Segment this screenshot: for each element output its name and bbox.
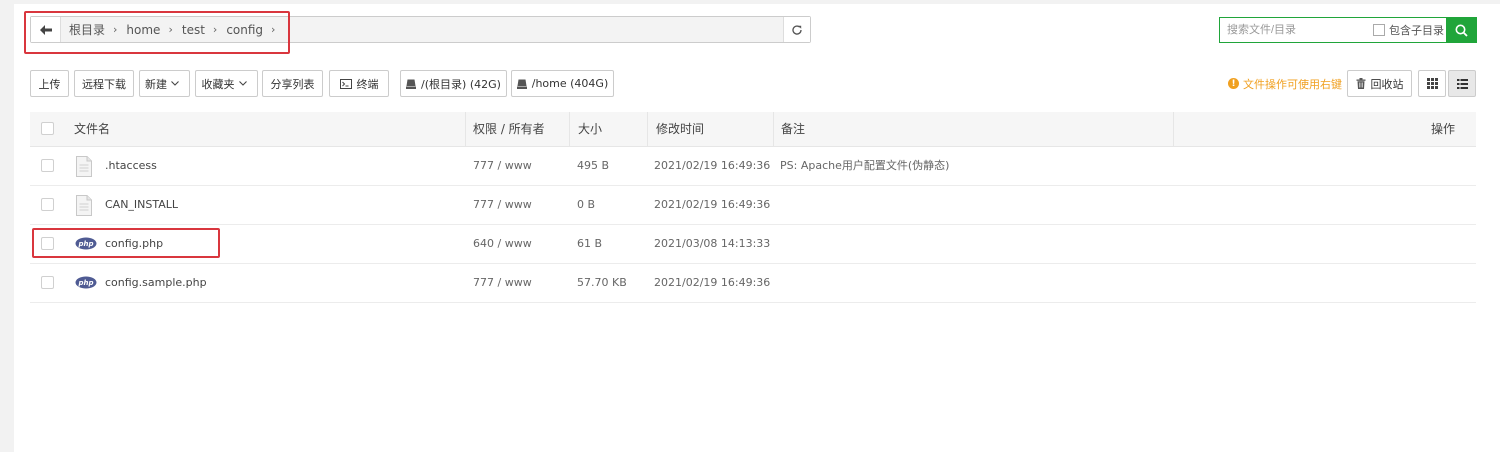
file-icon (76, 195, 92, 216)
disk-home-label: /home (404G) (531, 77, 609, 90)
terminal-icon (339, 78, 352, 89)
terminal-label: 终端 (356, 77, 379, 91)
column-header-size[interactable]: 大小 (578, 112, 602, 146)
upload-label: 上传 (38, 77, 61, 91)
php-icon: php (75, 276, 97, 289)
file-icon (76, 156, 92, 177)
disk-icon (516, 79, 527, 89)
column-divider (773, 112, 774, 146)
disk-root-label: /(根目录) (42G) (421, 77, 501, 91)
file-size: 61 B (577, 237, 603, 250)
search-icon (1455, 24, 1468, 37)
grid-view-icon (1426, 78, 1438, 89)
column-divider (465, 112, 466, 146)
file-size: 495 B (577, 159, 610, 172)
list-view-icon (1456, 78, 1468, 89)
favorites-label: 收藏夹 (201, 77, 235, 91)
breadcrumb-highlight-box (24, 11, 290, 54)
info-icon: ! (1228, 78, 1239, 89)
select-all-checkbox[interactable] (41, 122, 54, 135)
recycle-bin-button[interactable]: 回收站 (1347, 70, 1412, 97)
remote-download-button[interactable]: 远程下载 (74, 70, 134, 97)
disk-root-button[interactable]: /(根目录) (42G) (400, 70, 507, 97)
file-name[interactable]: config.sample.php (105, 264, 207, 302)
file-permission[interactable]: 777 / www (473, 147, 532, 185)
new-label: 新建 (145, 77, 167, 91)
grid-view-button[interactable] (1418, 70, 1446, 97)
file-mtime: 2021/03/08 14:13:33 (654, 237, 771, 250)
column-header-actions: 操作 (1431, 122, 1456, 136)
refresh-icon (792, 24, 802, 35)
column-header-remark: 备注 (781, 122, 806, 136)
trash-icon (1356, 78, 1365, 89)
search-box: 包含子目录 (1219, 17, 1477, 43)
recycle-bin-label: 回收站 (1370, 77, 1404, 91)
terminal-button[interactable]: 终端 (329, 70, 389, 97)
column-divider (647, 112, 648, 146)
column-divider (1173, 112, 1174, 146)
table-row[interactable]: php config.sample.php 777 / www 57.70 KB… (30, 264, 1476, 303)
new-dropdown-button[interactable]: 新建 (139, 70, 190, 97)
table-row[interactable]: php config.php 640 / www 61 B 2021/03/08… (30, 225, 1476, 264)
config-php-highlight-box (32, 228, 220, 258)
file-size: 0 B (577, 198, 596, 211)
file-remark[interactable]: PS: Apache用户配置文件(伪静态) (780, 147, 949, 185)
remote-download-label: 远程下载 (82, 77, 126, 91)
file-table-header: 文件名 权限 / 所有者 大小 修改时间 备注 操作 (30, 112, 1476, 147)
file-permission[interactable]: 777 / www (473, 264, 532, 302)
svg-text:php: php (77, 279, 93, 287)
share-list-label: 分享列表 (270, 77, 315, 91)
table-row[interactable]: .htaccess 777 / www 495 B 2021/02/19 16:… (30, 147, 1476, 186)
include-subdir-toggle[interactable]: 包含子目录 (1373, 18, 1444, 42)
share-list-button[interactable]: 分享列表 (262, 70, 323, 97)
column-header-permission[interactable]: 权限 / 所有者 (473, 112, 545, 146)
right-click-tip: ! 文件操作可使用右键 (1228, 70, 1342, 97)
row-checkbox[interactable] (41, 276, 54, 289)
chevron-down-icon (238, 81, 247, 86)
file-permission[interactable]: 640 / www (473, 225, 532, 263)
file-mtime: 2021/02/19 16:49:36 (654, 276, 771, 289)
right-click-tip-text: 文件操作可使用右键 (1243, 77, 1342, 91)
favorites-dropdown-button[interactable]: 收藏夹 (195, 70, 258, 97)
column-divider (569, 112, 570, 146)
disk-icon (406, 79, 417, 89)
file-mtime: 2021/02/19 16:49:36 (654, 159, 771, 172)
row-checkbox[interactable] (41, 159, 54, 172)
file-name[interactable]: .htaccess (105, 147, 157, 185)
upload-button[interactable]: 上传 (30, 70, 69, 97)
list-view-button[interactable] (1448, 70, 1476, 97)
file-name[interactable]: CAN_INSTALL (105, 186, 178, 224)
file-permission[interactable]: 777 / www (473, 186, 532, 224)
disk-home-button[interactable]: /home (404G) (511, 70, 614, 97)
table-row[interactable]: CAN_INSTALL 777 / www 0 B 2021/02/19 16:… (30, 186, 1476, 225)
file-size: 57.70 KB (577, 276, 627, 289)
file-mtime: 2021/02/19 16:49:36 (654, 198, 771, 211)
column-header-mtime[interactable]: 修改时间 (656, 112, 704, 146)
column-header-name[interactable]: 文件名 (74, 112, 110, 146)
row-checkbox[interactable] (41, 198, 54, 211)
include-subdir-checkbox[interactable] (1373, 24, 1385, 36)
search-button[interactable] (1446, 17, 1477, 43)
chevron-down-icon (171, 81, 179, 86)
search-input[interactable] (1220, 18, 1370, 42)
include-subdir-label: 包含子目录 (1389, 24, 1444, 37)
refresh-button[interactable] (783, 17, 810, 42)
